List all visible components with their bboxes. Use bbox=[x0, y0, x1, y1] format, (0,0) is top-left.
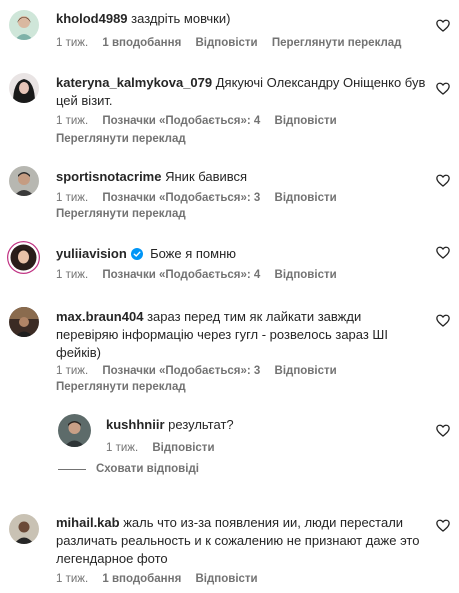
comment-text-line: легендарное фото bbox=[56, 551, 168, 566]
heart-icon[interactable] bbox=[436, 519, 450, 532]
avatar[interactable] bbox=[9, 514, 39, 544]
avatar[interactable] bbox=[9, 73, 39, 103]
verified-badge-icon bbox=[131, 248, 144, 260]
avatar[interactable] bbox=[58, 414, 91, 447]
comment-likes[interactable]: Позначки «Подобається»: 3 bbox=[102, 192, 260, 204]
translate-button[interactable]: Переглянути переклад bbox=[56, 381, 186, 393]
comment-text-line: различать реальность и к сожалению не пр… bbox=[56, 533, 420, 548]
comment-time[interactable]: 1 тиж. bbox=[56, 573, 88, 585]
comment-time[interactable]: 1 тиж. bbox=[56, 365, 88, 377]
comment-text: результат? bbox=[168, 417, 234, 432]
comment-time[interactable]: 1 тиж. bbox=[56, 192, 88, 204]
avatar[interactable] bbox=[9, 166, 39, 196]
reply-button[interactable]: Відповісти bbox=[275, 269, 337, 281]
reply-button[interactable]: Відповісти bbox=[275, 365, 337, 377]
heart-icon[interactable] bbox=[436, 82, 450, 95]
translate-button[interactable]: Переглянути переклад bbox=[272, 37, 402, 49]
comment-likes[interactable]: Позначки «Подобається»: 4 bbox=[102, 269, 260, 281]
comment-text: Боже я помню bbox=[150, 246, 237, 261]
comment-username[interactable]: yuliiavision bbox=[56, 246, 127, 261]
translate-button[interactable]: Переглянути переклад bbox=[56, 208, 186, 220]
avatar[interactable] bbox=[7, 241, 40, 274]
comment-text-line: цей візит. bbox=[56, 93, 113, 108]
comment-username[interactable]: mihail.kab bbox=[56, 515, 120, 530]
comment-likes[interactable]: Позначки «Подобається»: 3 bbox=[102, 365, 260, 377]
comment-username[interactable]: kholod4989 bbox=[56, 11, 128, 26]
comment-username[interactable]: kateryna_kalmykova_079 bbox=[56, 75, 212, 90]
comment-text-line: перевіряю інформацію через гугл - розвел… bbox=[56, 327, 388, 342]
comment-text-line: жаль что из-за появления ии, люди перест… bbox=[123, 515, 404, 530]
comment-text: Яник бавився bbox=[165, 169, 248, 184]
heart-icon[interactable] bbox=[436, 246, 450, 259]
reply-button[interactable]: Відповісти bbox=[275, 115, 337, 127]
comment-username[interactable]: kushhniir bbox=[106, 417, 165, 432]
comment-time[interactable]: 1 тиж. bbox=[56, 37, 88, 49]
comment-text-line: зараз перед тим як лайкати завжди bbox=[147, 309, 362, 324]
divider bbox=[58, 469, 86, 470]
comment-text-line: фейків) bbox=[56, 345, 101, 360]
comment-likes[interactable]: 1 вподобання bbox=[102, 37, 181, 49]
comment-likes[interactable]: Позначки «Подобається»: 4 bbox=[102, 115, 260, 127]
reply-button[interactable]: Відповісти bbox=[275, 192, 337, 204]
heart-icon[interactable] bbox=[436, 424, 450, 437]
comment-time[interactable]: 1 тиж. bbox=[56, 115, 88, 127]
comment-text: заздріть мовчки) bbox=[131, 11, 231, 26]
translate-button[interactable]: Переглянути переклад bbox=[56, 133, 186, 145]
comment-time[interactable]: 1 тиж. bbox=[56, 269, 88, 281]
comment-username[interactable]: max.braun404 bbox=[56, 309, 143, 324]
heart-icon[interactable] bbox=[436, 19, 450, 32]
reply-button[interactable]: Відповісти bbox=[152, 442, 214, 454]
avatar[interactable] bbox=[9, 10, 39, 40]
avatar[interactable] bbox=[9, 307, 39, 337]
comment-text-line: Дякуючі Олександру Оніщенко був bbox=[215, 75, 426, 90]
reply-button[interactable]: Відповісти bbox=[195, 573, 257, 585]
reply-button[interactable]: Відповісти bbox=[195, 37, 257, 49]
heart-icon[interactable] bbox=[436, 174, 450, 187]
comment-likes[interactable]: 1 вподобання bbox=[102, 573, 181, 585]
comment-username[interactable]: sportisnotacrime bbox=[56, 169, 161, 184]
hide-replies-button[interactable]: Сховати відповіді bbox=[96, 463, 199, 475]
heart-icon[interactable] bbox=[436, 314, 450, 327]
comment-time[interactable]: 1 тиж. bbox=[106, 442, 138, 454]
